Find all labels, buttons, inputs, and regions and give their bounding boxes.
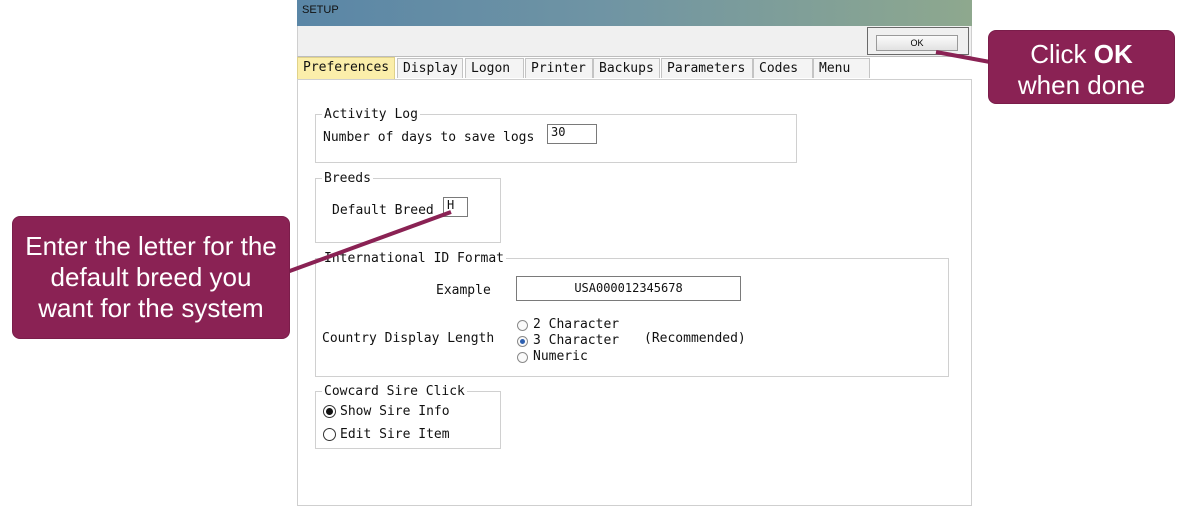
tab-backups[interactable]: Backups <box>593 58 660 78</box>
tab-display[interactable]: Display <box>397 58 463 78</box>
days-to-save-input[interactable]: 30 <box>547 124 597 144</box>
cowcard-sire-click-legend: Cowcard Sire Click <box>322 384 467 399</box>
breed-callout-line-1: Enter the letter for the <box>25 231 277 261</box>
title-bar: SETUP <box>297 0 972 26</box>
tab-codes[interactable]: Codes <box>753 58 813 78</box>
breeds-legend: Breeds <box>322 171 373 186</box>
radio-show-sire-info-label: Show Sire Info <box>340 404 450 419</box>
ok-callout-line-1: Click OK <box>989 39 1174 70</box>
country-display-length-label: Country Display Length <box>322 331 495 346</box>
radio-edit-sire-item[interactable] <box>323 428 336 441</box>
international-id-legend: International ID Format <box>322 251 507 266</box>
ok-callout-line-2: when done <box>1017 70 1146 100</box>
tab-parameters[interactable]: Parameters <box>661 58 753 78</box>
international-id-group: International ID Format Example USA00001… <box>315 251 949 377</box>
default-breed-label: Default Breed <box>332 203 434 218</box>
tab-logon[interactable]: Logon <box>465 58 524 78</box>
radio-numeric-label: Numeric <box>533 349 588 364</box>
breed-callout-line-2: default breed you <box>50 262 252 292</box>
tab-menu[interactable]: Menu <box>813 58 870 78</box>
activity-log-group: Activity Log Number of days to save logs… <box>315 107 797 163</box>
days-to-save-label: Number of days to save logs <box>323 130 535 145</box>
radio-2-character-label: 2 Character <box>533 317 620 332</box>
tab-strip: Preferences Display Logon Printer Backup… <box>297 57 972 79</box>
default-breed-input[interactable]: H <box>443 197 468 217</box>
radio-numeric[interactable] <box>517 352 528 363</box>
tab-printer[interactable]: Printer <box>525 58 593 78</box>
breeds-group: Breeds Default Breed H <box>315 171 501 243</box>
radio-3-character[interactable] <box>517 336 528 347</box>
ok-instruction-callout: Click OK when done <box>988 30 1175 104</box>
activity-log-legend: Activity Log <box>322 107 420 122</box>
ok-callout-prefix: Click <box>1030 39 1094 69</box>
window-title: SETUP <box>302 4 339 16</box>
recommended-note: (Recommended) <box>644 331 746 346</box>
radio-3-character-label: 3 Character <box>533 333 620 348</box>
radio-2-character[interactable] <box>517 320 528 331</box>
ok-button-frame: OK <box>867 27 969 55</box>
ok-button[interactable]: OK <box>876 35 958 51</box>
setup-window: SETUP OK Preferences Display Logon Print… <box>297 0 972 508</box>
cowcard-sire-click-group: Cowcard Sire Click Show Sire Info Edit S… <box>315 384 501 449</box>
example-label: Example <box>436 283 491 298</box>
ok-callout-bold: OK <box>1093 39 1133 69</box>
example-value: USA000012345678 <box>516 276 741 301</box>
preferences-panel: Activity Log Number of days to save logs… <box>297 79 972 506</box>
radio-show-sire-info[interactable] <box>323 405 336 418</box>
tab-preferences[interactable]: Preferences <box>297 57 395 79</box>
radio-edit-sire-item-label: Edit Sire Item <box>340 427 450 442</box>
toolbar: OK <box>297 26 972 57</box>
breed-callout-line-3: want for the system <box>38 293 264 323</box>
breed-instruction-callout: Enter the letter for the default breed y… <box>12 216 290 339</box>
